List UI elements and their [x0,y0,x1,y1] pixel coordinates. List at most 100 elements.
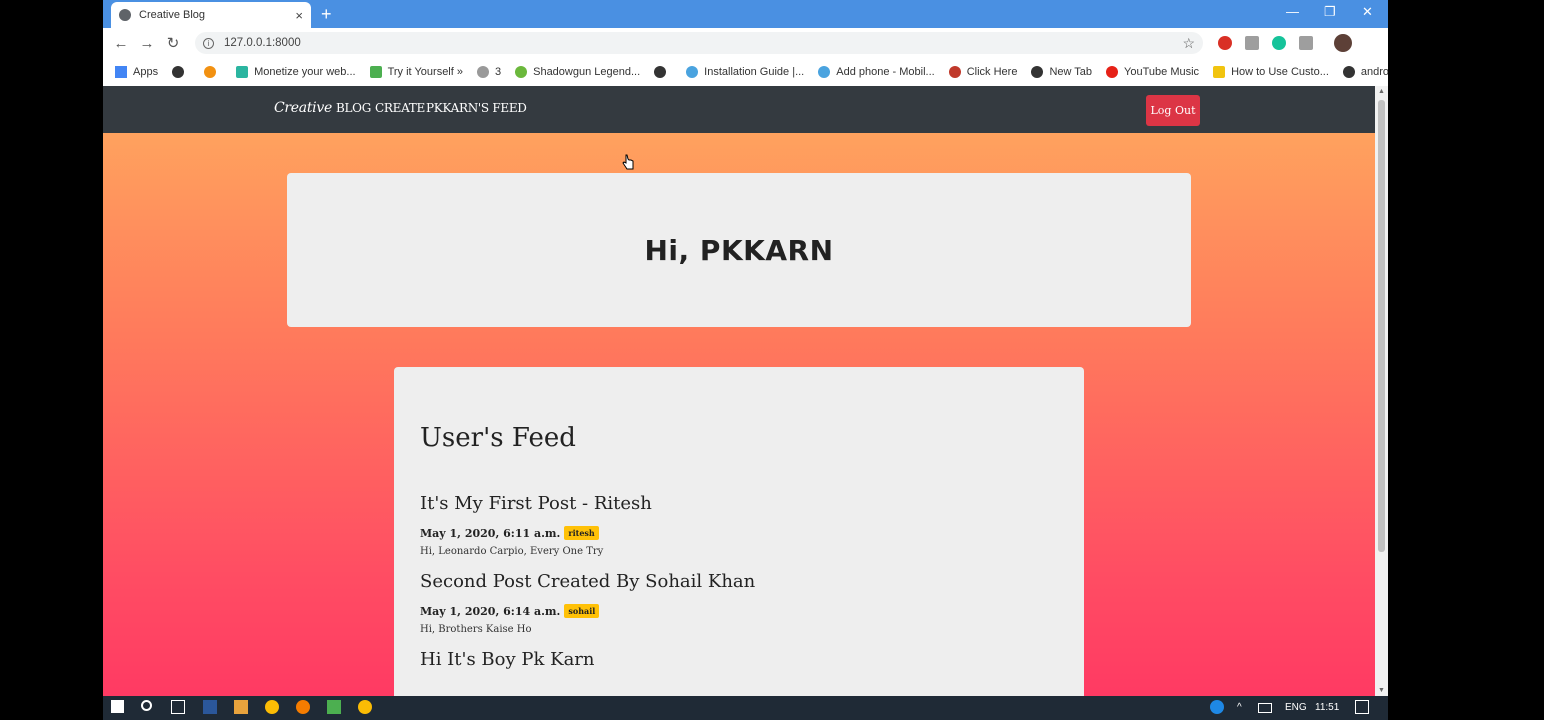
bookmark-item[interactable]: Monetize your web... [236,65,356,78]
bookmark-item[interactable]: android [1342,65,1388,78]
camera-icon[interactable] [1245,36,1259,50]
windows-start-icon[interactable] [111,700,124,713]
notifications-icon[interactable] [1355,700,1369,714]
greeting-jumbotron: Hi, PKKARN [287,173,1191,327]
bookmark-item[interactable]: Add phone - Mobil... [818,65,935,78]
language-indicator[interactable]: ENG [1285,702,1307,713]
app-icon[interactable] [296,700,310,714]
post-meta: May 1, 2020, 6:11 a.m. ritesh [420,526,1058,540]
browser-window: Creative Blog × + — ❐ ✕ ← → ↻ i 127.0.0.… [103,0,1388,696]
info-icon[interactable]: i [203,37,214,49]
bookmark-star-icon[interactable]: ☆ [1182,35,1195,52]
search-icon[interactable] [141,700,152,711]
chrome-icon[interactable] [358,700,372,714]
post-body: Hi, Brothers Kaise Ho [420,624,532,635]
post-title[interactable]: It's My First Post - Ritesh [420,493,1058,514]
title-bar: Creative Blog × + — ❐ ✕ [103,0,1388,28]
monetize-icon [236,65,249,78]
post-meta: May 1, 2020, 6:14 a.m. sohail [420,604,1058,618]
hand-cursor-icon [622,154,634,170]
nav-link-feed[interactable]: PKKARN'S FEED [426,101,527,115]
bookmarks-bar: Apps Monetize your web... Try it Yoursel… [103,58,1388,85]
browser-toolbar: ← → ↻ i 127.0.0.1:8000 ☆ [103,28,1388,58]
app-icon[interactable] [327,700,341,714]
tray-chevron-icon[interactable]: ^ [1237,702,1242,713]
apps-grid-icon [115,65,127,78]
click-here-icon [948,65,961,78]
app-icon[interactable] [203,700,217,714]
bookmark-item[interactable]: Shadowgun Legend... [515,65,640,78]
brand-link[interactable]: Creative [274,100,332,116]
globe-icon [119,9,131,21]
bookmark-item[interactable]: How to Use Custo... [1213,65,1329,78]
lightning-icon [1213,65,1226,78]
browser-tab[interactable]: Creative Blog × [111,2,311,28]
bookmark-item[interactable]: 3 [476,65,501,78]
chrome-icon[interactable] [265,700,279,714]
scroll-down-arrow-icon[interactable]: ▼ [1375,687,1388,694]
globe-icon [172,65,185,78]
user-feed-card: User's Feed It's My First Post - Ritesh … [394,367,1084,696]
post-date: May 1, 2020, 6:11 a.m. [420,526,561,540]
bookmark-item[interactable] [172,65,190,78]
bookmark-item[interactable]: Try it Yourself » [369,65,463,78]
app-icon[interactable] [234,700,248,714]
guide-icon [686,65,699,78]
cast-icon[interactable] [1299,36,1313,50]
help-icon[interactable] [1210,700,1224,714]
post-title[interactable]: Second Post Created By Sohail Khan [420,571,1058,592]
phone-icon [818,65,831,78]
nav-link-create[interactable]: CREATE [375,101,425,115]
keyboard-icon[interactable] [1258,703,1272,713]
tab-close-button[interactable]: × [295,8,303,23]
avatar[interactable] [1334,34,1352,52]
scrollbar-thumb[interactable] [1378,100,1385,552]
k-icon [476,65,489,78]
windows-taskbar: ^ ENG 11:51 [103,696,1388,720]
globe-icon [1031,65,1044,78]
cp-icon [204,65,217,78]
feed-title: User's Feed [420,423,576,453]
bookmark-item[interactable]: New Tab [1031,65,1092,78]
feed-post: Hi It's Boy Pk Karn [420,649,1058,670]
page-scrollbar[interactable]: ▲ ▼ [1375,86,1388,696]
minimize-button[interactable]: — [1286,4,1299,19]
feed-post: It's My First Post - Ritesh May 1, 2020,… [420,493,1058,557]
logout-button[interactable]: Log Out [1146,95,1200,126]
android-icon [515,65,528,78]
reload-icon[interactable]: ↻ [160,34,186,52]
grammarly-icon[interactable] [1272,36,1286,50]
bookmark-item[interactable]: Click Here [948,65,1017,78]
scroll-up-arrow-icon[interactable]: ▲ [1375,88,1388,95]
post-body: Hi, Leonardo Carpio, Every One Try [420,546,604,557]
adblock-icon[interactable] [1218,36,1232,50]
w3schools-icon [369,65,382,78]
post-title[interactable]: Hi It's Boy Pk Karn [420,649,1058,670]
restore-button[interactable]: ❐ [1324,4,1336,20]
globe-icon [654,65,667,78]
new-tab-button[interactable]: + [321,4,332,25]
bookmark-item[interactable]: Installation Guide |... [686,65,804,78]
post-date: May 1, 2020, 6:14 a.m. [420,604,561,618]
task-view-icon[interactable] [171,700,185,714]
bookmark-item[interactable] [204,65,222,78]
forward-arrow-icon[interactable]: → [134,35,160,52]
desktop-screen: Creative Blog × + — ❐ ✕ ← → ↻ i 127.0.0.… [0,0,1544,720]
bookmark-item[interactable]: Apps [115,65,158,78]
bookmark-item[interactable] [654,65,672,78]
feed-post: Second Post Created By Sohail Khan May 1… [420,571,1058,635]
back-arrow-icon[interactable]: ← [108,35,134,52]
site-navbar: Creative BLOG CREATE PKKARN'S FEED Log O… [103,86,1375,133]
author-badge: sohail [564,604,600,618]
tab-title: Creative Blog [139,9,206,21]
bookmark-item[interactable]: YouTube Music [1106,65,1199,78]
nav-link-blog[interactable]: BLOG [336,101,371,115]
address-bar[interactable]: i 127.0.0.1:8000 ☆ [195,32,1203,54]
greeting-heading: Hi, PKKARN [644,233,834,267]
globe-icon [1342,65,1355,78]
clock[interactable]: 11:51 [1315,702,1339,713]
close-window-button[interactable]: ✕ [1362,4,1373,20]
url-text: 127.0.0.1:8000 [224,37,301,49]
youtube-music-icon [1106,65,1119,78]
author-badge: ritesh [564,526,599,540]
